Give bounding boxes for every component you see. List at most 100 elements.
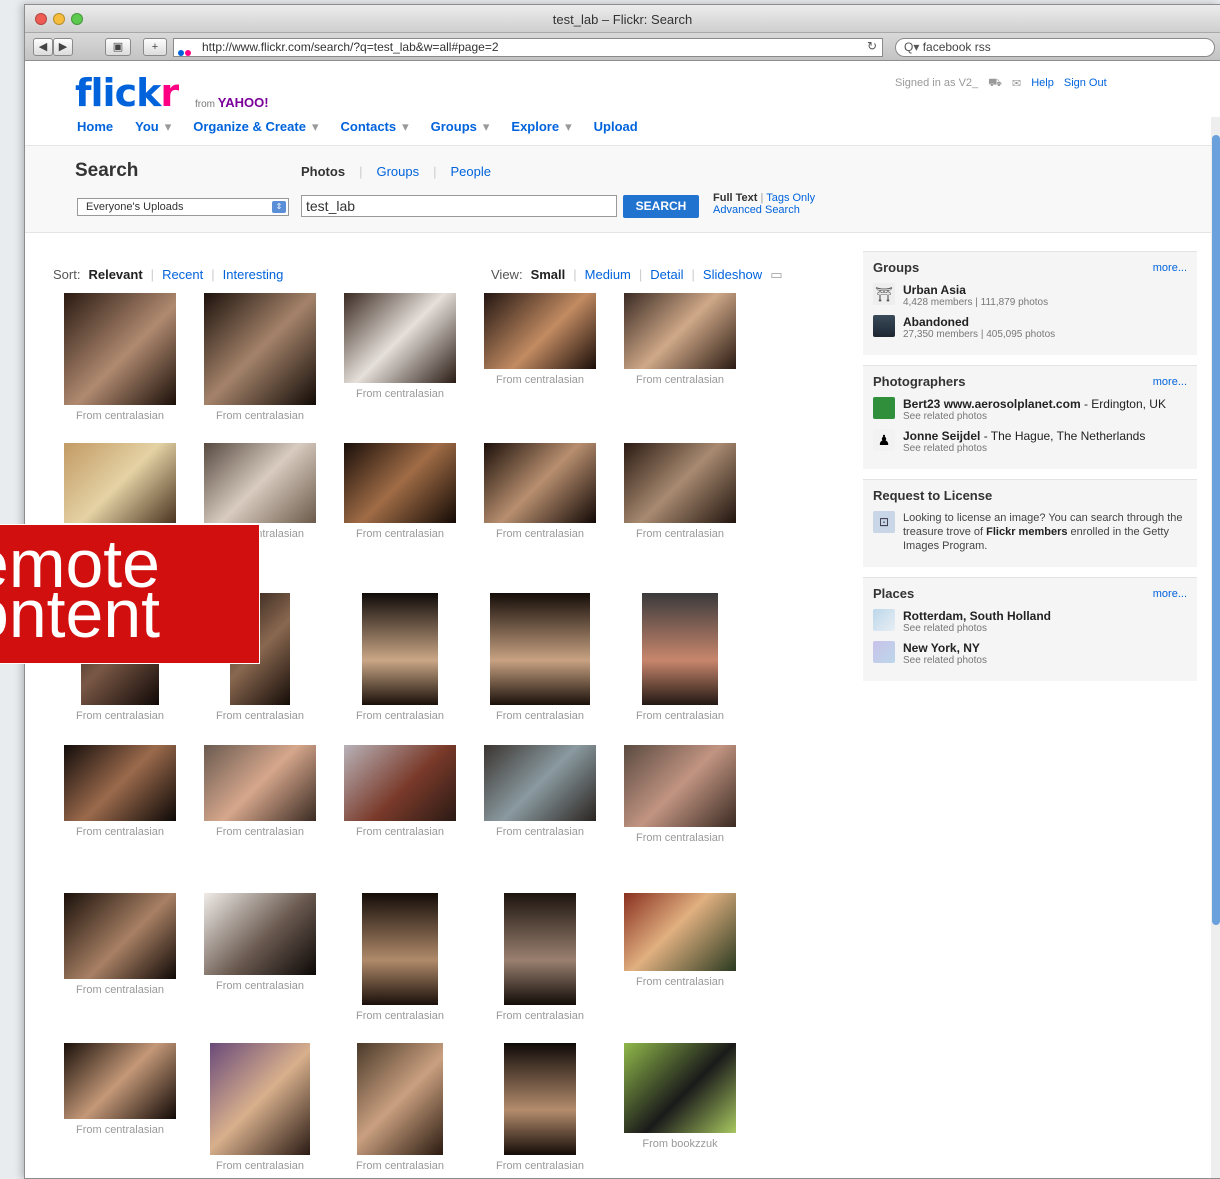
bookmarks-button[interactable]: ▣ (105, 38, 131, 56)
nav-home[interactable]: Home (77, 119, 113, 135)
sort-interesting[interactable]: Interesting (223, 267, 284, 282)
photo-caption[interactable]: From centralasian (335, 1160, 465, 1172)
photo-caption[interactable]: From centralasian (55, 826, 185, 838)
groups-more-link[interactable]: more... (1153, 262, 1187, 274)
view-small[interactable]: Small (531, 267, 566, 283)
photo-caption[interactable]: From centralasian (195, 410, 325, 422)
advanced-search-link[interactable]: Advanced Search (713, 204, 800, 216)
nav-upload[interactable]: Upload (594, 119, 638, 135)
list-item[interactable]: ⛩ Urban Asia 4,428 members | 111,879 phot… (873, 283, 1187, 309)
photo-thumbnail[interactable] (64, 443, 176, 523)
photo-thumbnail[interactable] (204, 893, 316, 975)
search-input[interactable]: test_lab (301, 195, 617, 217)
list-item[interactable]: Bert23 www.aerosolplanet.com - Erdington… (873, 397, 1187, 423)
photo-thumbnail[interactable] (204, 293, 316, 405)
photo-caption[interactable]: From centralasian (195, 980, 325, 992)
nav-contacts[interactable]: Contacts ▾ (340, 119, 408, 135)
photo-thumbnail[interactable] (624, 893, 736, 971)
photo-caption[interactable]: From centralasian (475, 1010, 605, 1022)
tags-only-link[interactable]: Tags Only (766, 192, 815, 204)
photo-thumbnail[interactable] (624, 443, 736, 523)
nav-explore[interactable]: Explore ▾ (511, 119, 571, 135)
place-name[interactable]: New York, NY (903, 641, 980, 655)
photo-caption[interactable]: From centralasian (475, 710, 605, 722)
mail-icon[interactable]: ✉ (1012, 77, 1021, 91)
nav-groups[interactable]: Groups ▾ (431, 119, 490, 135)
photo-caption[interactable]: From centralasian (55, 1124, 185, 1136)
photo-thumbnail[interactable] (64, 893, 176, 979)
photo-caption[interactable]: From centralasian (615, 710, 745, 722)
cart-icon[interactable]: ⛟ (988, 77, 1002, 91)
photo-thumbnail[interactable] (357, 1043, 443, 1155)
search-scope-select[interactable]: Everyone's Uploads ⇕ (77, 198, 289, 216)
forward-button[interactable]: ▶ (53, 38, 73, 56)
view-detail[interactable]: Detail (650, 267, 683, 283)
photographer-name[interactable]: Bert23 www.aerosolplanet.com (903, 397, 1081, 411)
related-photos-link[interactable]: See related photos (903, 411, 1166, 423)
photo-caption[interactable]: From centralasian (335, 1010, 465, 1022)
browser-search-field[interactable]: Q▾ facebook rss (895, 38, 1215, 57)
list-item[interactable]: Rotterdam, South Holland See related phot… (873, 609, 1187, 635)
photo-caption[interactable]: From centralasian (55, 710, 185, 722)
photo-caption[interactable]: From centralasian (55, 410, 185, 422)
place-name[interactable]: Rotterdam, South Holland (903, 609, 1051, 623)
photo-thumbnail[interactable] (204, 443, 316, 523)
sign-out-link[interactable]: Sign Out (1064, 77, 1107, 91)
photo-thumbnail[interactable] (210, 1043, 310, 1155)
photo-caption[interactable]: From centralasian (335, 388, 465, 400)
related-photos-link[interactable]: See related photos (903, 443, 1145, 455)
list-item[interactable]: New York, NY See related photos (873, 641, 1187, 667)
related-photos-link[interactable]: See related photos (903, 623, 1051, 635)
photo-thumbnail[interactable] (624, 293, 736, 369)
photo-thumbnail[interactable] (362, 893, 438, 1005)
photo-caption[interactable]: From centralasian (615, 528, 745, 540)
photo-caption[interactable]: From centralasian (195, 1160, 325, 1172)
sort-recent[interactable]: Recent (162, 267, 203, 282)
related-photos-link[interactable]: See related photos (903, 655, 987, 667)
view-medium[interactable]: Medium (585, 267, 631, 283)
photo-caption[interactable]: From centralasian (195, 710, 325, 722)
tab-people[interactable]: People (450, 164, 490, 179)
photo-thumbnail[interactable] (484, 745, 596, 821)
photo-thumbnail[interactable] (344, 443, 456, 523)
photo-caption[interactable]: From centralasian (615, 374, 745, 386)
page-scrollbar[interactable] (1211, 117, 1220, 1178)
photo-thumbnail[interactable] (64, 1043, 176, 1119)
flickr-logo[interactable]: flickr (75, 71, 179, 115)
photo-caption[interactable]: From centralasian (475, 528, 605, 540)
photo-caption[interactable]: From centralasian (615, 976, 745, 988)
photo-caption[interactable]: From centralasian (475, 374, 605, 386)
photo-caption[interactable]: From centralasian (475, 826, 605, 838)
tab-photos[interactable]: Photos (301, 164, 345, 179)
address-bar[interactable]: http://www.flickr.com/search/?q=test_lab… (173, 38, 883, 57)
places-more-link[interactable]: more... (1153, 588, 1187, 600)
photo-thumbnail[interactable] (344, 293, 456, 383)
photo-thumbnail[interactable] (504, 1043, 576, 1155)
photo-thumbnail[interactable] (624, 745, 736, 827)
photo-caption[interactable]: From centralasian (55, 984, 185, 996)
view-slideshow[interactable]: Slideshow (703, 267, 762, 283)
photo-caption[interactable]: From centralasian (615, 832, 745, 844)
slideshow-icon[interactable]: ▭ (770, 267, 782, 283)
group-name[interactable]: Urban Asia (903, 283, 966, 297)
nav-you[interactable]: You ▾ (135, 119, 171, 135)
photo-thumbnail[interactable] (484, 293, 596, 369)
photo-caption[interactable]: From bookzzuk (615, 1138, 745, 1150)
photographer-name[interactable]: Jonne Seijdel (903, 429, 980, 443)
back-button[interactable]: ◀ (33, 38, 53, 56)
photo-thumbnail[interactable] (64, 293, 176, 405)
photo-thumbnail[interactable] (490, 593, 590, 705)
list-item[interactable]: Abandoned 27,350 members | 405,095 photos (873, 315, 1187, 341)
scrollbar-thumb[interactable] (1212, 135, 1220, 925)
photo-caption[interactable]: From centralasian (195, 826, 325, 838)
photo-thumbnail[interactable] (344, 745, 456, 821)
help-link[interactable]: Help (1031, 77, 1054, 91)
search-button[interactable]: SEARCH (623, 195, 699, 218)
photo-caption[interactable]: From centralasian (335, 528, 465, 540)
add-bookmark-button[interactable]: + (143, 38, 167, 56)
nav-organize[interactable]: Organize & Create ▾ (193, 119, 318, 135)
photo-caption[interactable]: From centralasian (335, 710, 465, 722)
photo-caption[interactable]: From centralasian (335, 826, 465, 838)
group-name[interactable]: Abandoned (903, 315, 969, 329)
list-item[interactable]: ♟ Jonne Seijdel - The Hague, The Netherl… (873, 429, 1187, 455)
